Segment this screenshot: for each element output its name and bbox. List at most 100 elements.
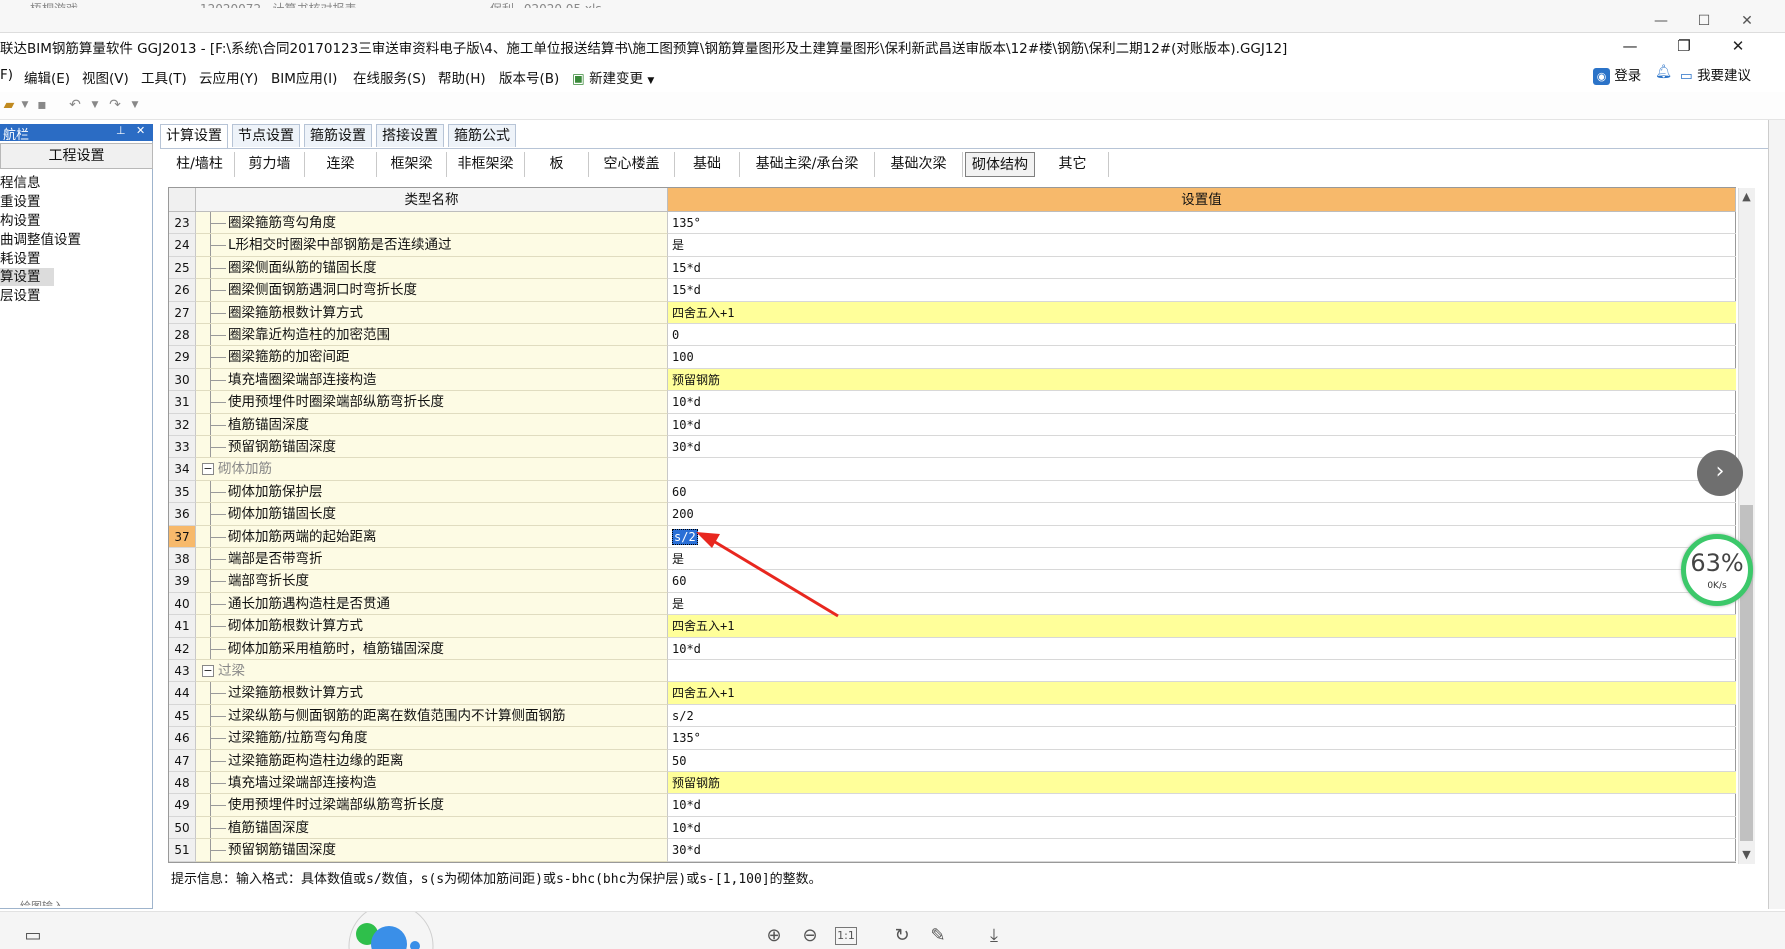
subtab-foundation-main-beam[interactable]: 基础主梁/承台梁 xyxy=(740,152,875,177)
chevron-down-icon[interactable]: ▼ xyxy=(16,97,34,113)
row-value-cell[interactable]: 预留钢筋 xyxy=(668,772,1736,795)
row-value-cell[interactable]: 30*d xyxy=(668,839,1736,862)
tab-lap-settings[interactable]: 搭接设置 xyxy=(376,124,444,147)
row-value-cell[interactable]: 预留钢筋 xyxy=(668,368,1736,392)
actual-size-icon[interactable]: 1:1 xyxy=(835,927,857,945)
subtab-foundation[interactable]: 基础 xyxy=(675,152,740,177)
nav-item-calc-settings[interactable]: 算设置 xyxy=(0,268,54,286)
subtab-foundation-secondary-beam[interactable]: 基础次梁 xyxy=(875,152,963,177)
viewer-maximize-button[interactable]: ☐ xyxy=(1693,10,1715,32)
row-value-cell[interactable]: 100 xyxy=(668,346,1736,369)
row-value-cell[interactable]: 四舍五入+1 xyxy=(668,682,1736,705)
app-minimize-button[interactable]: — xyxy=(1617,33,1643,59)
nav-item-project-info[interactable]: 程信息 xyxy=(0,174,41,192)
subtab-column[interactable]: 柱/墙柱 xyxy=(165,152,235,177)
viewer-tab-1[interactable]: 梧桐游戏 xyxy=(30,0,78,8)
row-value-cell[interactable]: 15*d xyxy=(668,257,1736,280)
row-value-cell[interactable]: 135° xyxy=(668,212,1736,235)
row-value-cell[interactable]: s/2 xyxy=(668,705,1736,728)
collapse-icon[interactable]: − xyxy=(202,665,214,677)
subtab-hollow-floor[interactable]: 空心楼盖 xyxy=(589,152,675,177)
subtab-nonframe-beam[interactable]: 非框架梁 xyxy=(447,152,525,177)
row-value-cell[interactable]: 0 xyxy=(668,324,1736,347)
tab-stirrup-settings[interactable]: 箍筋设置 xyxy=(304,124,372,147)
row-value-cell[interactable]: 四舍五入+1 xyxy=(668,301,1736,324)
subtab-masonry[interactable]: 砌体结构 xyxy=(965,152,1035,177)
menu-version[interactable]: 版本号(B) xyxy=(499,67,559,87)
subtab-coupling-beam[interactable]: 连梁 xyxy=(305,152,377,177)
app-restore-button[interactable]: ❐ xyxy=(1671,33,1697,59)
undo-icon[interactable]: ↶ xyxy=(66,97,84,113)
subtab-other[interactable]: 其它 xyxy=(1037,152,1109,177)
nav-item-structure[interactable]: 构设置 xyxy=(0,212,41,230)
row-name: 使用预埋件时圈梁端部纵筋弯折长度 xyxy=(196,391,668,414)
redo-icon[interactable]: ↷ xyxy=(106,97,124,113)
row-value-cell[interactable]: 15*d xyxy=(668,279,1736,302)
pin-icon[interactable]: ⊥ xyxy=(116,124,126,137)
row-label: 填充墙圈梁端部连接构造 xyxy=(228,371,377,388)
collapse-icon[interactable]: − xyxy=(202,463,214,476)
subtab-slab[interactable]: 板 xyxy=(525,152,589,177)
row-value-cell[interactable]: 50 xyxy=(668,750,1736,772)
menu-online[interactable]: 在线服务(S) xyxy=(353,67,426,87)
row-value-cell[interactable]: 200 xyxy=(668,503,1736,526)
menu-view[interactable]: 视图(V) xyxy=(82,67,129,87)
row-value: 50 xyxy=(672,753,687,768)
feedback-button[interactable]: ▭ 我要建议 xyxy=(1680,64,1751,84)
chevron-right-icon: › xyxy=(1715,459,1725,484)
menu-help[interactable]: 帮助(H) xyxy=(438,67,486,87)
nav-bottom-label[interactable]: 绘图输入 xyxy=(20,898,64,906)
viewer-tab-3[interactable]: 保利_ 02020.05.xls xyxy=(490,0,602,8)
menu-tools[interactable]: 工具(T) xyxy=(141,67,187,87)
tab-stirrup-formula[interactable]: 箍筋公式 xyxy=(448,124,516,147)
close-icon[interactable]: ✕ xyxy=(136,124,145,137)
row-value-cell[interactable]: 135° xyxy=(668,727,1736,750)
mascot-icon xyxy=(345,903,437,949)
menu-file[interactable]: F) xyxy=(0,67,13,83)
bell-icon[interactable]: 🔔︎ xyxy=(1655,64,1672,80)
arrow-head xyxy=(696,532,720,548)
menu-bim[interactable]: BIM应用(I) xyxy=(271,67,337,87)
nav-item-bend-adjust[interactable]: 曲调整值设置 xyxy=(0,231,81,249)
app-close-button[interactable]: ✕ xyxy=(1725,33,1751,59)
new-change-button[interactable]: ▣ 新建变更 ▼ xyxy=(572,67,654,87)
chevron-down-icon[interactable]: ▼ xyxy=(126,97,144,113)
row-number: 34 xyxy=(169,458,196,481)
zoom-out-icon[interactable]: ⊖ xyxy=(799,925,821,947)
row-value-cell[interactable] xyxy=(668,458,1736,481)
row-value-cell[interactable] xyxy=(668,660,1736,683)
nav-item-floor[interactable]: 层设置 xyxy=(0,287,41,305)
nav-item-weight[interactable]: 重设置 xyxy=(0,193,41,211)
scroll-down-icon[interactable]: ▼ xyxy=(1738,846,1755,863)
menu-edit[interactable]: 编辑(E) xyxy=(24,67,70,87)
viewer-close-button[interactable]: ✕ xyxy=(1736,10,1758,32)
download-icon[interactable]: ⤓ xyxy=(983,925,1005,947)
rotate-icon[interactable]: ↻ xyxy=(891,925,913,947)
menu-cloud[interactable]: 云应用(Y) xyxy=(199,67,258,87)
save-icon[interactable]: ▪ xyxy=(33,97,51,113)
tab-node-settings[interactable]: 节点设置 xyxy=(232,124,300,147)
row-value-cell[interactable]: 10*d xyxy=(668,414,1736,436)
subtab-frame-beam[interactable]: 框架梁 xyxy=(377,152,447,177)
tree-line xyxy=(196,682,228,704)
zoom-in-icon[interactable]: ⊕ xyxy=(763,925,785,947)
row-value-cell[interactable]: 10*d xyxy=(668,638,1736,660)
row-value-cell[interactable]: 30*d xyxy=(668,436,1736,459)
scroll-up-icon[interactable]: ▲ xyxy=(1738,188,1755,205)
viewer-tab-2[interactable]: 12020072...计算书核对报表 xyxy=(200,0,357,8)
network-speed-widget[interactable]: 63% 0K/s xyxy=(1681,534,1753,606)
viewer-minimize-button[interactable]: — xyxy=(1650,10,1672,32)
row-value-cell[interactable]: 是 xyxy=(668,234,1736,257)
tab-calc-settings[interactable]: 计算设置 xyxy=(160,124,228,148)
row-value-cell[interactable]: 60 xyxy=(668,481,1736,504)
edit-icon[interactable]: ✎ xyxy=(927,925,949,947)
row-value-cell[interactable]: 10*d xyxy=(668,817,1736,840)
login-button[interactable]: ◉ 登录 xyxy=(1593,64,1641,85)
row-value-cell[interactable]: 10*d xyxy=(668,391,1736,414)
row-value-cell[interactable]: 10*d xyxy=(668,794,1736,817)
nav-item-loss[interactable]: 耗设置 xyxy=(0,250,41,268)
next-image-button[interactable]: › xyxy=(1697,450,1743,496)
chevron-down-icon[interactable]: ▼ xyxy=(86,97,104,113)
subtab-shear-wall[interactable]: 剪力墙 xyxy=(235,152,305,177)
layout-icon[interactable]: ▭ xyxy=(22,925,44,947)
